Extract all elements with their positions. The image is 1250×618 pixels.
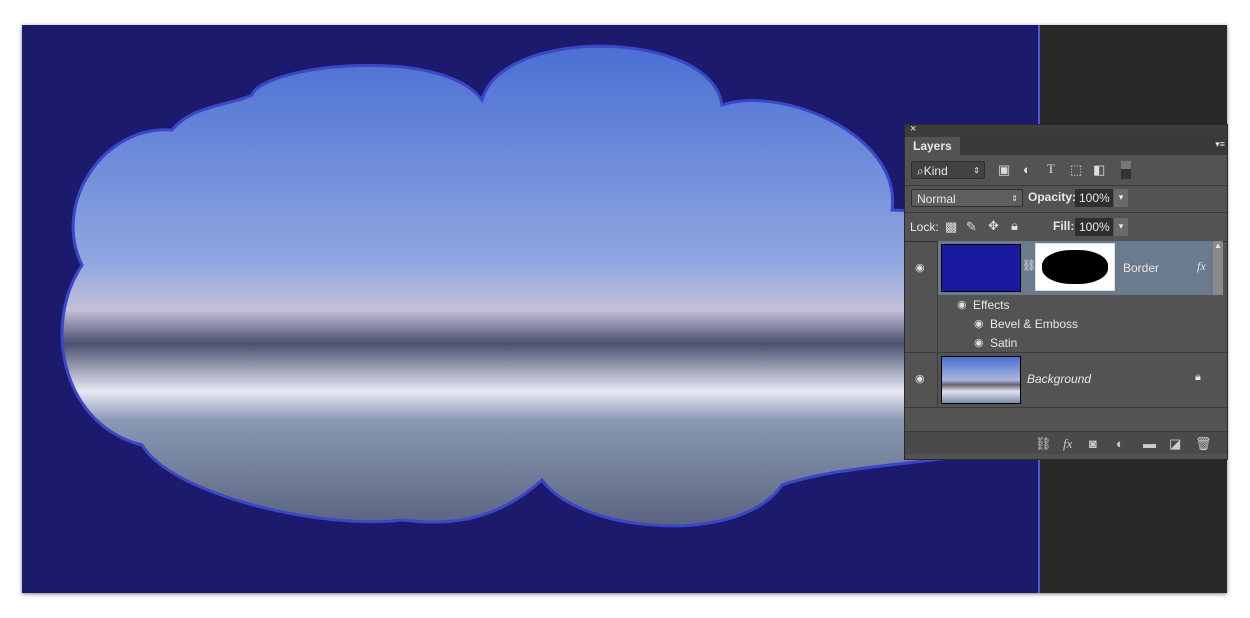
- layer-name[interactable]: Background: [1027, 372, 1091, 386]
- fill-label: Fill:: [1053, 219, 1075, 233]
- layers-panel: × Layers ▾≡ ⌕Kind ⇕ ▣ ◐ T ⬚ ◧ Normal ⇕ Opa…: [904, 123, 1228, 460]
- opacity-dropdown[interactable]: ▾: [1114, 189, 1128, 207]
- tab-layers[interactable]: Layers: [905, 137, 960, 155]
- image-filter-icon[interactable]: ▣: [998, 162, 1010, 178]
- new-layer-icon[interactable]: ◪: [1169, 436, 1181, 452]
- layer-thumbnail: [941, 244, 1021, 292]
- layer-mask-thumbnail[interactable]: [1035, 243, 1115, 291]
- canvas[interactable]: [22, 25, 1042, 593]
- effects-label: Effects: [973, 298, 1010, 312]
- fx-icon[interactable]: fx: [1197, 259, 1206, 274]
- layer-row-border[interactable]: ◉ ⛓ Border fx ▲: [905, 241, 1227, 295]
- close-icon[interactable]: ×: [910, 123, 916, 135]
- lock-image-brush-icon[interactable]: ✎: [966, 219, 977, 235]
- new-adjustment-layer-icon[interactable]: ◐: [1116, 436, 1124, 451]
- fill-dropdown[interactable]: ▾: [1114, 218, 1128, 236]
- panel-menu-icon[interactable]: ▾≡: [1215, 139, 1225, 150]
- lock-transparent-icon[interactable]: ▩: [945, 219, 957, 235]
- add-mask-icon[interactable]: ◙: [1089, 436, 1097, 451]
- visibility-eye-icon[interactable]: ◉: [915, 372, 925, 385]
- opacity-input[interactable]: 100%: [1075, 189, 1113, 207]
- type-filter-icon[interactable]: T: [1047, 161, 1055, 177]
- cloud-photo: [60, 44, 1042, 528]
- search-icon: ⌕: [917, 164, 924, 178]
- new-group-folder-icon[interactable]: ▬: [1143, 436, 1156, 451]
- effect-bevel-emboss[interactable]: Bevel & Emboss: [990, 317, 1078, 331]
- add-layer-style-icon[interactable]: fx: [1063, 436, 1072, 452]
- satin-eye-icon[interactable]: ◉: [974, 336, 984, 349]
- effects-eye-icon[interactable]: ◉: [957, 298, 967, 311]
- layer-name[interactable]: Border: [1123, 261, 1159, 275]
- blend-mode-select[interactable]: Normal ⇕: [911, 189, 1023, 207]
- adjustment-filter-icon[interactable]: ◐: [1023, 162, 1031, 177]
- lock-icon: 🔒︎: [1195, 371, 1201, 383]
- layer-thumbnail: [941, 356, 1021, 404]
- shape-filter-icon[interactable]: ⬚: [1070, 162, 1082, 178]
- smart-object-filter-icon[interactable]: ◧: [1093, 162, 1105, 178]
- lock-position-move-icon[interactable]: ✥: [988, 218, 999, 234]
- link-icon[interactable]: ⛓: [1022, 259, 1036, 272]
- visibility-eye-icon[interactable]: ◉: [915, 261, 925, 274]
- lock-all-icon[interactable]: 🔒︎: [1011, 218, 1018, 234]
- filter-kind-select[interactable]: ⌕Kind ⇕: [911, 161, 985, 179]
- scrollbar[interactable]: ▲: [1213, 241, 1223, 295]
- bevel-emboss-eye-icon[interactable]: ◉: [974, 317, 984, 330]
- effect-satin[interactable]: Satin: [990, 336, 1017, 350]
- link-layers-icon[interactable]: ⛓: [1035, 436, 1052, 452]
- delete-layer-trash-icon[interactable]: 🗑︎: [1195, 436, 1212, 452]
- lock-label: Lock:: [910, 220, 939, 234]
- fill-input[interactable]: 100%: [1075, 218, 1113, 236]
- opacity-label: Opacity:: [1028, 190, 1077, 204]
- layer-row-background[interactable]: ◉ Background 🔒︎: [905, 353, 1227, 408]
- filter-toggle[interactable]: [1121, 161, 1131, 179]
